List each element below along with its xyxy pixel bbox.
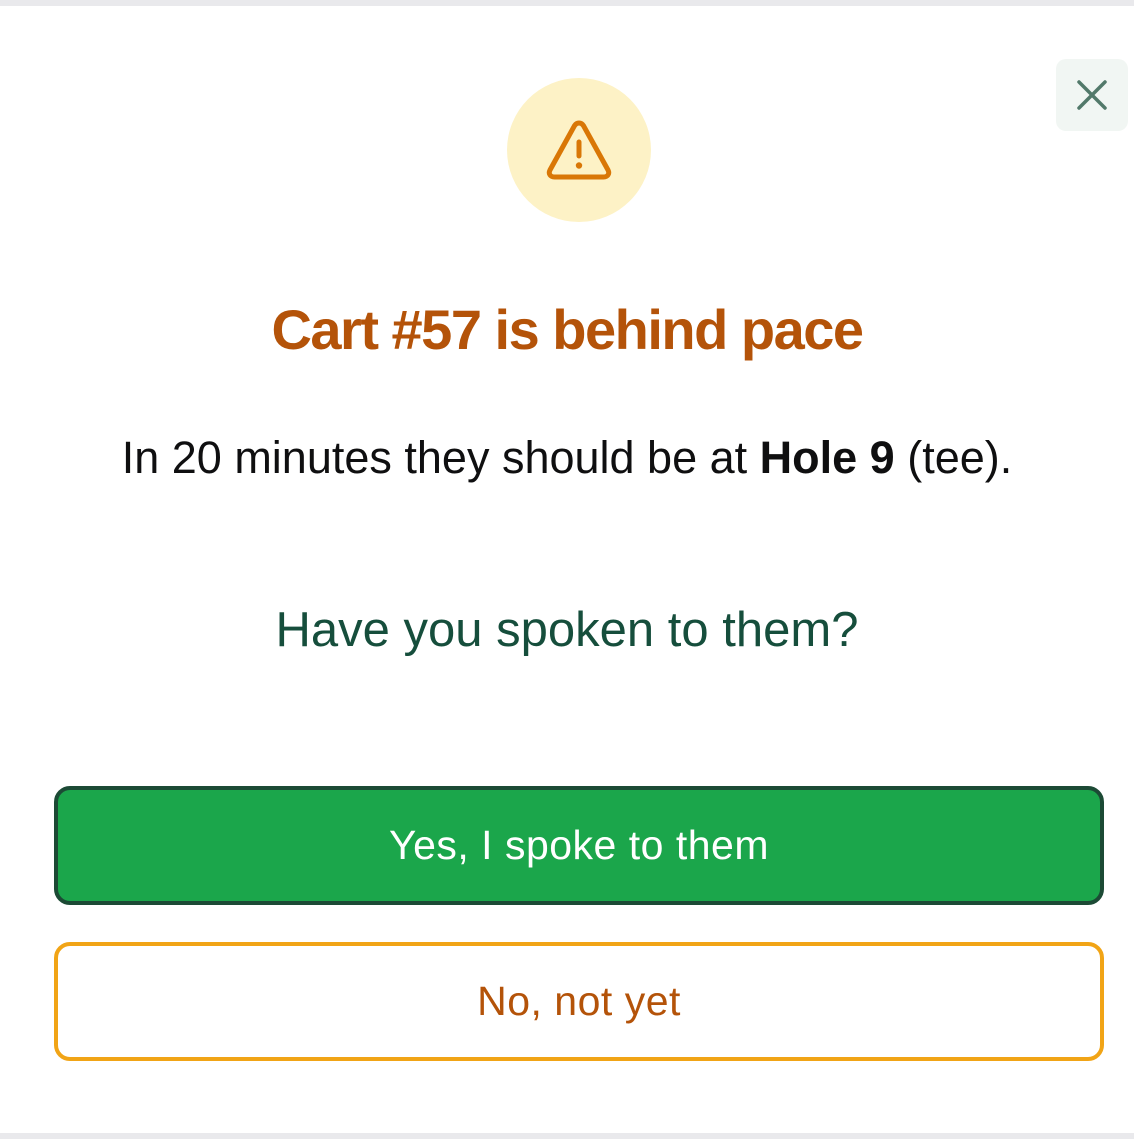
dialog-description: In 20 minutes they should be at Hole 9 (…	[0, 431, 1134, 485]
dialog-question: Have you spoken to them?	[275, 603, 859, 657]
yes-button-label: Yes, I spoke to them	[389, 822, 769, 868]
warning-triangle-icon	[546, 120, 612, 180]
description-prefix: In 20 minutes they should be at	[121, 432, 760, 483]
pace-alert-dialog: Cart #57 is behind pace In 20 minutes th…	[0, 6, 1134, 1133]
no-button-label: No, not yet	[477, 978, 681, 1024]
dialog-title: Cart #57 is behind pace	[271, 298, 864, 361]
not-yet-button[interactable]: No, not yet	[54, 942, 1104, 1061]
description-suffix: (tee).	[894, 432, 1013, 483]
close-button[interactable]	[1056, 59, 1128, 131]
yes-spoke-button[interactable]: Yes, I spoke to them	[54, 786, 1104, 905]
close-icon	[1077, 80, 1107, 110]
location-highlight: Hole 9	[759, 432, 895, 483]
warning-badge	[507, 78, 651, 222]
